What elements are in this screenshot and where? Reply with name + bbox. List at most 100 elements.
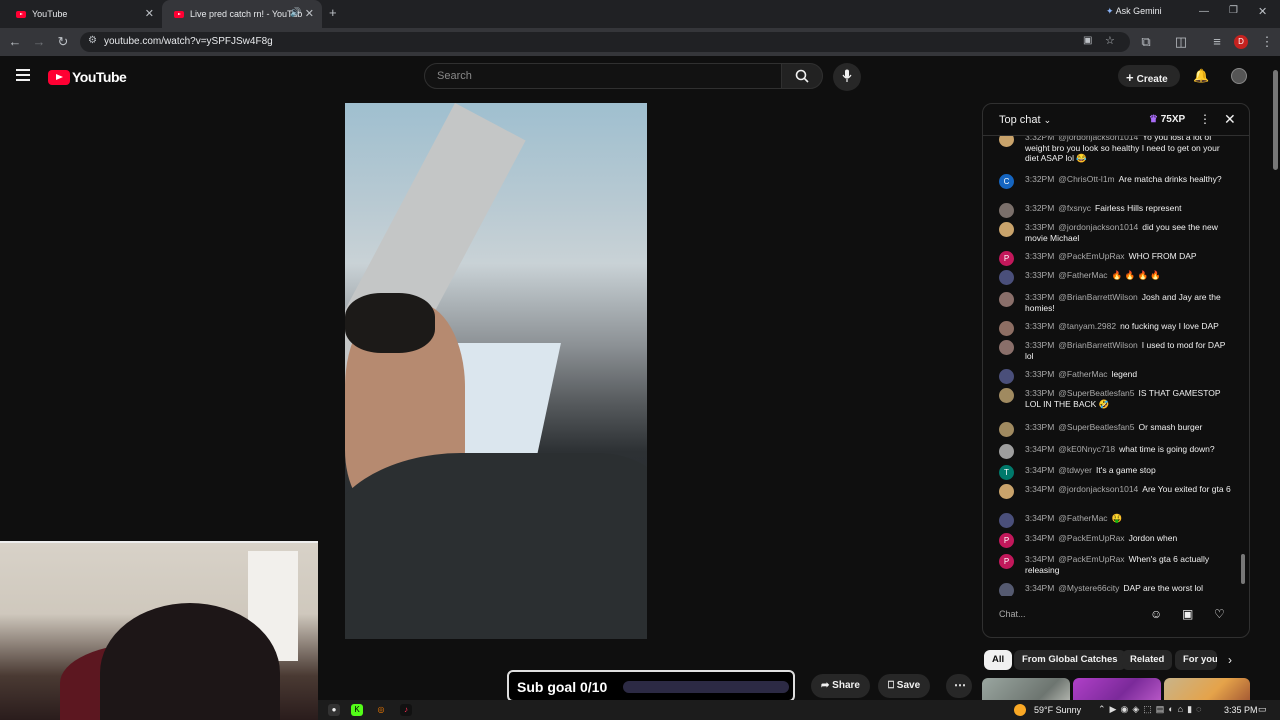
app-icon[interactable]: ◎ — [375, 704, 387, 716]
browser-menu-icon[interactable]: ⋮ — [1259, 34, 1275, 50]
super-chat-icon[interactable]: ▣ — [1182, 607, 1193, 621]
address-bar[interactable]: ⚙ youtube.com/watch?v=ySPFJSw4F8g ▣ ☆ — [80, 32, 1130, 52]
heart-icon[interactable]: ♡ — [1214, 607, 1225, 621]
chat-author-avatar[interactable]: T — [999, 465, 1014, 480]
chat-author-avatar[interactable] — [999, 388, 1014, 403]
chat-author-avatar[interactable] — [999, 270, 1014, 285]
close-chat-icon[interactable]: ✕ — [1224, 111, 1236, 128]
chip-all[interactable]: All — [984, 650, 1013, 670]
close-icon[interactable]: ✕ — [145, 7, 154, 20]
taskbar-clock[interactable]: 3:35 PM — [1224, 705, 1258, 715]
chat-author-name[interactable]: @jordonjackson1014 — [1058, 136, 1138, 142]
chat-message[interactable]: 3:32PM @fxsnyc Fairless Hills represent — [999, 203, 1235, 218]
chat-author-avatar[interactable] — [999, 321, 1014, 336]
chat-message[interactable]: 3:33PM @SuperBeatlesfan5 Or smash burger — [999, 422, 1235, 437]
chat-author-name[interactable]: @SuperBeatlesfan5 — [1058, 388, 1134, 398]
maximize-icon[interactable]: ❐ — [1229, 5, 1238, 16]
kick-icon[interactable]: K — [351, 704, 363, 716]
more-options-icon[interactable]: ⋮ — [1199, 112, 1211, 126]
chat-message[interactable]: 3:33PM @tanyam.2982 no fucking way I love … — [999, 321, 1235, 336]
chat-author-name[interactable]: @BrianBarrettWilson — [1058, 292, 1137, 302]
chat-author-name[interactable]: @Mystere66city — [1058, 583, 1119, 593]
chat-author-name[interactable]: @FatherMac — [1058, 513, 1107, 523]
chat-author-avatar[interactable]: P — [999, 533, 1014, 548]
profile-avatar[interactable]: D — [1234, 35, 1248, 49]
bookmark-star-icon[interactable]: ☆ — [1105, 34, 1115, 47]
chat-author-avatar[interactable]: P — [999, 554, 1014, 569]
tiktok-icon[interactable]: ♪ — [400, 704, 412, 716]
chat-message[interactable]: 3:32PM @jordonjackson1014 Yo you lost a lo… — [999, 136, 1235, 164]
chat-message[interactable]: 3:33PM @SuperBeatlesfan5 IS THAT GAMESTOP … — [999, 388, 1235, 409]
chat-message[interactable]: 3:34PM @Mystere66city DAP are the worst lo… — [999, 583, 1235, 596]
chat-author-avatar[interactable] — [999, 484, 1014, 499]
chat-message[interactable]: 3:34PM @kE0Nnyc718 what time is going down… — [999, 444, 1235, 459]
chat-message[interactable]: 3:33PM @BrianBarrettWilson I used to mod f… — [999, 340, 1235, 361]
chip-from-global-catches[interactable]: From Global Catches — [1014, 650, 1126, 670]
chevron-right-icon[interactable]: › — [1228, 653, 1232, 667]
chat-message[interactable]: P 3:33PM @PackEmUpRax WHO FROM DAP — [999, 251, 1235, 266]
chat-author-name[interactable]: @fxsnyc — [1058, 203, 1091, 213]
window-close-icon[interactable]: ✕ — [1258, 5, 1267, 18]
chat-input[interactable]: Chat... — [999, 609, 1149, 619]
chat-author-name[interactable]: @tdwyer — [1058, 465, 1092, 475]
minimize-icon[interactable]: — — [1199, 6, 1209, 17]
chat-author-avatar[interactable] — [999, 136, 1014, 147]
chat-author-avatar[interactable]: P — [999, 251, 1014, 266]
save-button[interactable]: ⎕ Save — [878, 674, 931, 698]
notifications-icon[interactable]: ▭ — [1258, 704, 1267, 715]
page-scrollbar[interactable] — [1270, 56, 1280, 700]
obs-icon[interactable]: ● — [328, 704, 340, 716]
chat-author-name[interactable]: @PackEmUpRax — [1058, 533, 1124, 543]
tab-live-stream[interactable]: Live pred catch rn! - YouTub 🔊 ✕ — [162, 0, 322, 28]
extensions-icon[interactable]: ⧉ — [1138, 34, 1154, 50]
speaker-icon[interactable]: 🔊 — [290, 7, 301, 18]
chat-message[interactable]: 3:33PM @FatherMac legend — [999, 369, 1235, 384]
chat-scrollbar[interactable] — [1241, 554, 1245, 584]
chat-message[interactable]: 3:33PM @FatherMac 🔥 🔥 🔥 🔥 — [999, 270, 1235, 285]
chip-for-you[interactable]: For you — [1175, 650, 1217, 670]
chat-author-avatar[interactable] — [999, 292, 1014, 307]
chat-author-name[interactable]: @ChrisOtt-l1m — [1058, 174, 1114, 184]
weather-text[interactable]: 59°F Sunny — [1034, 705, 1081, 715]
chat-message[interactable]: T 3:34PM @tdwyer It's a game stop — [999, 465, 1235, 480]
chat-author-avatar[interactable] — [999, 369, 1014, 384]
chat-author-avatar[interactable] — [999, 583, 1014, 596]
site-info-icon[interactable]: ⚙ — [88, 35, 97, 46]
chat-author-name[interactable]: @tanyam.2982 — [1058, 321, 1116, 331]
tab-youtube[interactable]: YouTube ✕ — [4, 0, 162, 28]
new-tab-button[interactable]: + — [329, 5, 337, 20]
chat-author-name[interactable]: @jordonjackson1014 — [1058, 222, 1138, 232]
chat-author-name[interactable]: @BrianBarrettWilson — [1058, 340, 1137, 350]
chat-author-name[interactable]: @PackEmUpRax — [1058, 554, 1124, 564]
chat-author-avatar[interactable] — [999, 340, 1014, 355]
chat-message[interactable]: C 3:32PM @ChrisOtt-l1m Are matcha drinks he… — [999, 174, 1235, 189]
chat-author-avatar[interactable] — [999, 222, 1014, 237]
chat-author-name[interactable]: @kE0Nnyc718 — [1058, 444, 1115, 454]
back-icon[interactable]: ← — [7, 34, 23, 49]
cast-icon[interactable]: ▣ — [1083, 35, 1092, 46]
system-tray-icons[interactable]: ⌃▶◉◈⬚▤◐⌂▮◌ — [1098, 704, 1205, 715]
chat-author-avatar[interactable] — [999, 203, 1014, 218]
chat-author-name[interactable]: @FatherMac — [1058, 270, 1107, 280]
chat-author-name[interactable]: @FatherMac — [1058, 369, 1107, 379]
chat-author-name[interactable]: @jordonjackson1014 — [1058, 484, 1138, 494]
sidepanel-icon[interactable]: ◫ — [1173, 34, 1189, 50]
close-icon[interactable]: ✕ — [305, 7, 314, 20]
chat-message[interactable]: 3:34PM @FatherMac 🤑 — [999, 513, 1235, 528]
chat-author-avatar[interactable] — [999, 422, 1014, 437]
chat-message[interactable]: P 3:34PM @PackEmUpRax Jordon when — [999, 533, 1235, 548]
chat-author-avatar[interactable] — [999, 444, 1014, 459]
account-avatar[interactable] — [1231, 68, 1247, 84]
forward-icon[interactable]: → — [31, 34, 47, 49]
chat-author-name[interactable]: @SuperBeatlesfan5 — [1058, 422, 1134, 432]
chat-message[interactable]: 3:34PM @jordonjackson1014 Are You exited f… — [999, 484, 1235, 499]
youtube-logo[interactable]: YouTube — [48, 69, 127, 85]
voice-search-button[interactable] — [833, 63, 861, 91]
chat-message[interactable]: P 3:34PM @PackEmUpRax When's gta 6 actually… — [999, 554, 1235, 575]
page-scrollbar-thumb[interactable] — [1273, 70, 1278, 170]
media-icon[interactable]: ≡ — [1209, 34, 1225, 49]
search-button[interactable] — [781, 63, 823, 89]
reload-icon[interactable]: ↻ — [55, 34, 71, 50]
chat-author-avatar[interactable] — [999, 513, 1014, 528]
chat-message[interactable]: 3:33PM @jordonjackson1014 did you see the … — [999, 222, 1235, 243]
